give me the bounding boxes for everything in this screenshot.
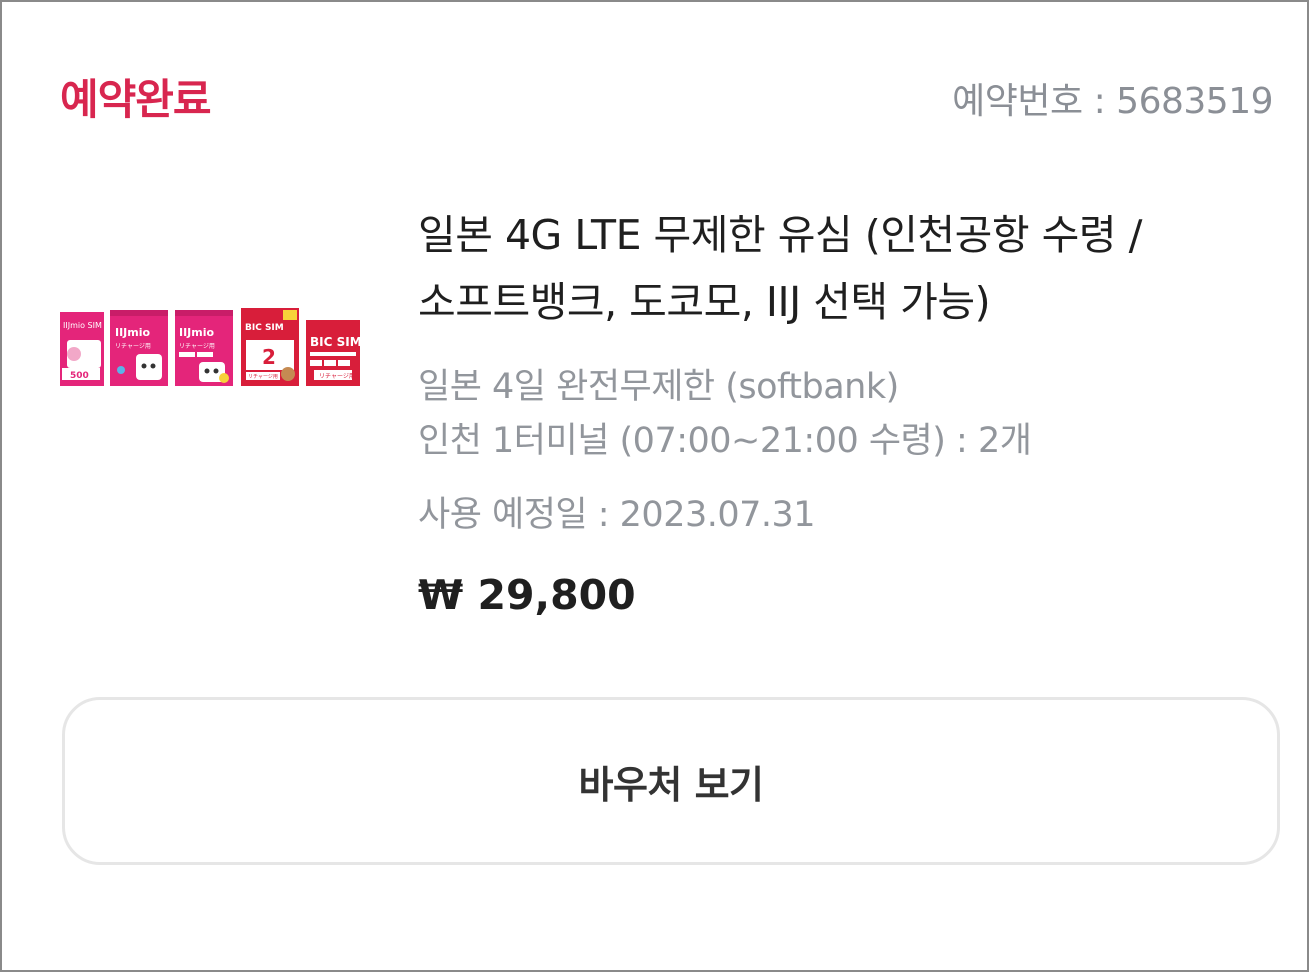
svg-text:IIJmio: IIJmio	[179, 326, 215, 339]
svg-text:リチャージ用: リチャージ用	[248, 374, 278, 380]
svg-text:IIJmio: IIJmio	[115, 326, 151, 339]
reservation-card: 예약완료 예약번호 : 5683519 IIJmio SIM 500 IIJmi…	[0, 0, 1309, 972]
svg-text:IIJmio SIM: IIJmio SIM	[63, 321, 102, 330]
use-date: 사용 예정일 : 2023.07.31	[418, 495, 816, 535]
sim-package-2: IIJmio リチャージ用	[110, 310, 168, 386]
product-title-line-1: 일본 4G LTE 무제한 유심 (인천공항 수령 /	[418, 211, 1142, 259]
option-plan: 일본 4일 완전무제한 (softbank)	[418, 367, 899, 407]
svg-text:500: 500	[70, 371, 89, 381]
reservation-status: 예약완료	[60, 75, 212, 124]
svg-text:BIC SIM: BIC SIM	[310, 335, 362, 349]
product-thumbnail[interactable]: IIJmio SIM 500 IIJmio リチャージ用 IIJmio リチャー…	[58, 308, 362, 390]
svg-text:リチャージ用: リチャージ用	[115, 343, 151, 350]
sim-package-3: IIJmio リチャージ用	[175, 310, 233, 386]
svg-text:リチャージ用: リチャージ用	[179, 343, 215, 350]
svg-text:BIC SIM: BIC SIM	[245, 323, 284, 333]
reservation-number: 예약번호 : 5683519	[952, 81, 1273, 122]
svg-text:2: 2	[262, 345, 276, 369]
product-option: 일본 4일 완전무제한 (softbank) 인천 1터미널 (07:00~21…	[418, 360, 1278, 468]
view-voucher-button[interactable]: 바우처 보기	[62, 697, 1280, 865]
product-title-line-2: 소프트뱅크, 도코모, IIJ 선택 가능)	[418, 278, 991, 326]
svg-text:リチャージ用: リチャージ用	[319, 373, 355, 380]
sim-package-4: BIC SIM 2 リチャージ用	[241, 308, 299, 386]
option-pickup: 인천 1터미널 (07:00~21:00 수령) : 2개	[418, 421, 1032, 461]
product-title[interactable]: 일본 4G LTE 무제한 유심 (인천공항 수령 / 소프트뱅크, 도코모, …	[418, 202, 1288, 336]
sim-package-1: IIJmio SIM 500	[60, 312, 104, 386]
product-price: ₩ 29,800	[418, 571, 636, 619]
sim-package-5: BIC SIM リチャージ用	[306, 320, 362, 386]
